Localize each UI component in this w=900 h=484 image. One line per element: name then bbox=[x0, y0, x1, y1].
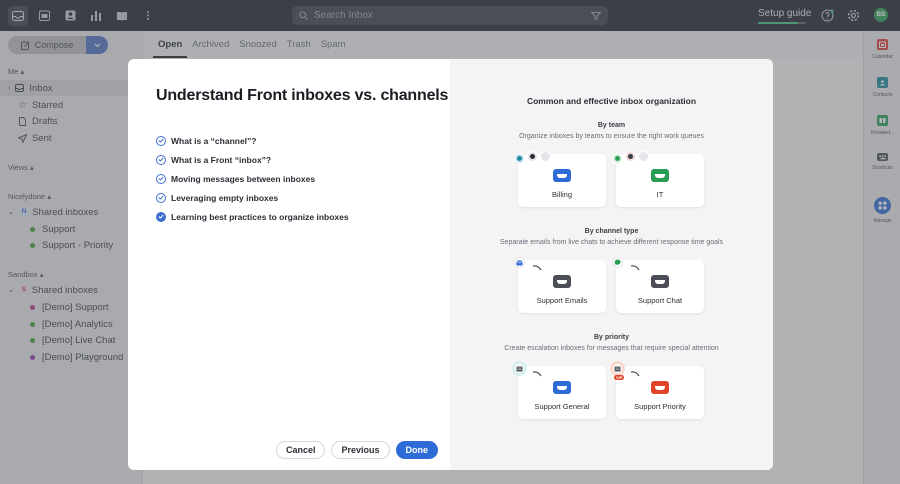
inbox-card-billing: Billing bbox=[514, 151, 606, 207]
group-by-channel-type: By channel type Separate emails from liv… bbox=[450, 228, 773, 246]
inbox-icon bbox=[553, 381, 571, 394]
group-title: By priority bbox=[593, 334, 629, 341]
group-title: By team bbox=[597, 122, 626, 129]
card-label: Support Chat bbox=[637, 296, 683, 305]
cancel-button[interactable]: Cancel bbox=[275, 441, 326, 459]
chat-channel-icon bbox=[612, 257, 623, 268]
inbox-icon bbox=[553, 275, 571, 288]
topic-label: Moving messages between inboxes bbox=[171, 173, 316, 184]
modal-title: Understand Front inboxes vs. channels bbox=[156, 87, 449, 104]
vip-badge: VIP bbox=[614, 375, 625, 380]
check-circle-filled-icon bbox=[156, 211, 166, 222]
check-circle-icon bbox=[156, 154, 166, 165]
group-description: Separate emails from live chats to achie… bbox=[499, 239, 724, 246]
inbox-card-support-chat: Support Chat bbox=[612, 257, 704, 313]
topic-item[interactable]: What is a Front “inbox”? bbox=[156, 150, 450, 169]
modal-left-panel: Understand Front inboxes vs. channels Wh… bbox=[128, 59, 450, 470]
group-description: Create escalation inboxes for messages t… bbox=[504, 345, 719, 352]
illustration-heading: Common and effective inbox organization bbox=[526, 96, 697, 106]
teammate-avatar bbox=[514, 153, 525, 164]
topic-label: Learning best practices to organize inbo… bbox=[171, 211, 349, 222]
topic-item[interactable]: Leveraging empty inboxes bbox=[156, 188, 450, 207]
group-by-priority: By priority Create escalation inboxes fo… bbox=[450, 334, 773, 352]
topic-label: What is a Front “inbox”? bbox=[171, 154, 272, 165]
teammate-avatar bbox=[540, 151, 551, 162]
check-circle-icon bbox=[156, 192, 166, 203]
teammate-avatar bbox=[527, 151, 538, 162]
arrow-icon bbox=[630, 265, 640, 271]
inbox-card-it: IT bbox=[612, 151, 704, 207]
card-label: Billing bbox=[551, 190, 572, 199]
check-circle-icon bbox=[156, 135, 166, 146]
teammate-avatar bbox=[612, 153, 623, 164]
inbox-icon bbox=[651, 275, 669, 288]
topic-label: What is a “channel”? bbox=[171, 135, 257, 146]
message-icon bbox=[610, 361, 625, 376]
card-label: Support General bbox=[534, 402, 590, 411]
check-circle-icon bbox=[156, 173, 166, 184]
inbox-icon bbox=[553, 169, 571, 182]
inbox-card-support-emails: Support Emails bbox=[514, 257, 606, 313]
card-label: IT bbox=[656, 190, 664, 199]
message-icon bbox=[512, 361, 527, 376]
topic-label: Leveraging empty inboxes bbox=[171, 192, 279, 203]
inbox-icon bbox=[651, 381, 669, 394]
done-button[interactable]: Done bbox=[395, 441, 438, 459]
teammate-avatar bbox=[625, 151, 636, 162]
arrow-icon bbox=[532, 265, 542, 271]
group-description: Organize inboxes by teams to ensure the … bbox=[519, 133, 704, 140]
topic-item-current[interactable]: Learning best practices to organize inbo… bbox=[156, 207, 450, 226]
modal-actions: Cancel Previous Done bbox=[275, 441, 438, 459]
email-channel-icon bbox=[514, 257, 525, 268]
group-by-team: By team Organize inboxes by teams to ens… bbox=[450, 122, 773, 140]
topic-item[interactable]: What is a “channel”? bbox=[156, 131, 450, 150]
arrow-icon bbox=[532, 371, 542, 377]
arrow-icon bbox=[630, 371, 640, 377]
group-title: By channel type bbox=[584, 228, 639, 235]
onboarding-modal: Understand Front inboxes vs. channels Wh… bbox=[128, 59, 773, 470]
inbox-icon bbox=[651, 169, 669, 182]
inbox-card-support-general: Support General bbox=[512, 361, 606, 419]
card-label: Support Emails bbox=[536, 296, 588, 305]
topic-item[interactable]: Moving messages between inboxes bbox=[156, 169, 450, 188]
inbox-card-support-priority: VIP Support Priority bbox=[610, 361, 704, 419]
card-label: Support Priority bbox=[634, 402, 686, 411]
topic-list: What is a “channel”? What is a Front “in… bbox=[156, 131, 450, 226]
teammate-avatar bbox=[638, 151, 649, 162]
previous-button[interactable]: Previous bbox=[331, 441, 390, 459]
modal-illustration-panel: Common and effective inbox organization … bbox=[450, 59, 773, 470]
